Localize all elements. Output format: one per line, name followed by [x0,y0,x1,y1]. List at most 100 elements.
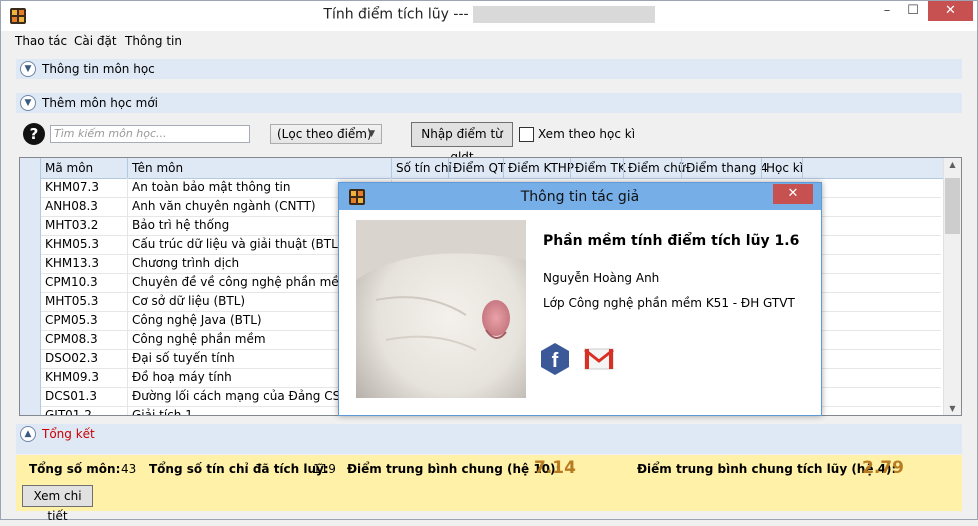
facebook-glyph: f [552,350,559,372]
cell-name: Đồ hoạ máy tính [132,370,232,384]
cell-code: MHT05.3 [45,294,99,308]
dialog-body: Phần mềm tính điểm tích lũy 1.6 Nguyễn H… [345,211,813,409]
maximize-button[interactable]: ☐ [900,3,926,23]
cell-code: CPM10.3 [45,275,98,289]
cell-code: GIT01.2 [45,408,92,416]
cell-code: DSO02.3 [45,351,99,365]
cell-name: Đại số tuyến tính [132,351,235,365]
row-header[interactable] [20,330,41,349]
section-add-subject-title: Thêm môn học mới [42,96,158,110]
row-header[interactable] [20,235,41,254]
cell-name: An toàn bảo mật thông tin [132,180,291,194]
scroll-down-icon[interactable]: ▼ [944,404,961,413]
avg4-value: 2.79 [862,458,904,478]
cell-name: Giải tích 1 [132,408,193,416]
row-header[interactable] [20,254,41,273]
cat-photo [356,220,526,398]
view-details-button[interactable]: Xem chi tiết [22,485,93,523]
total-subjects-label: Tổng số môn: [29,462,121,476]
column-header[interactable]: Số tín chỉ [396,161,452,175]
section-summary-title: Tổng kết [42,427,95,441]
cell-code: KHM13.3 [45,256,99,270]
menu-cai-dat[interactable]: Cài đặt [74,34,117,48]
row-header[interactable] [20,349,41,368]
search-input[interactable]: Tìm kiếm môn học... [50,125,250,143]
chevron-up-icon[interactable]: ▲ [20,426,36,442]
total-subjects-value: 43 [121,462,137,476]
filter-dropdown-value: (Lọc theo điểm) [277,127,372,141]
column-header[interactable]: Điểm TK [575,161,626,175]
section-subject-info[interactable]: ▼ Thông tin môn học [16,59,962,79]
main-window: Tính điểm tích lũy --- – ☐ ✕ Thao tác Cà… [0,0,978,523]
window-title: Tính điểm tích lũy --- [1,6,977,23]
semester-checkbox-label[interactable]: Xem theo học kì [538,127,635,141]
row-header[interactable] [20,368,41,387]
chevron-down-icon: ▼ [368,129,375,139]
header-corner [20,158,41,178]
semester-checkbox[interactable] [519,127,534,142]
scroll-thumb[interactable] [945,178,960,234]
avg4-label: Điểm trung bình chung tích lũy (hệ 4): [637,462,897,476]
cell-code: MHT03.2 [45,218,99,232]
cell-name: Công nghệ Java (BTL) [132,313,262,327]
filter-dropdown[interactable]: (Lọc theo điểm) ▼ [270,124,382,144]
column-header[interactable]: Điểm KTHP [508,161,574,175]
total-credits-value: 119 [313,462,336,476]
scroll-up-icon[interactable]: ▲ [944,160,961,169]
author-name: Nguyễn Hoàng Anh [543,271,660,285]
column-header[interactable]: Mã môn [45,161,93,175]
cell-code: CPM05.3 [45,313,98,327]
row-header[interactable] [20,311,41,330]
window-title-text: Tính điểm tích lũy --- [323,6,469,23]
import-button[interactable]: Nhập điểm từ qldt [411,122,513,164]
facebook-icon[interactable]: f [540,343,570,375]
menu-thong-tin[interactable]: Thông tin [125,34,182,48]
cell-code: KHM09.3 [45,370,99,384]
title-bar: Tính điểm tích lũy --- – ☐ ✕ [1,1,977,31]
cell-name: Bảo trì hệ thống [132,218,230,232]
menu-bar: Thao tác Cài đặt Thông tin [1,31,977,51]
section-subject-info-title: Thông tin môn học [42,62,155,76]
close-button[interactable]: ✕ [928,1,973,21]
author-class: Lớp Công nghệ phần mềm K51 - ĐH GTVT [543,296,795,310]
section-add-subject[interactable]: ▼ Thêm môn học mới [16,93,962,113]
cell-code: CPM08.3 [45,332,98,346]
help-icon[interactable]: ? [23,123,45,145]
dialog-close-button[interactable]: ✕ [773,184,813,204]
redacted-box [472,6,655,23]
menu-thao-tac[interactable]: Thao tác [15,34,67,48]
column-header[interactable]: Điểm QT [453,161,505,175]
row-header[interactable] [20,387,41,406]
cell-code: DCS01.3 [45,389,97,403]
column-header[interactable]: Điểm thang 4 [686,161,768,175]
row-header[interactable] [20,197,41,216]
app-version-heading: Phần mềm tính điểm tích lũy 1.6 [543,233,800,249]
total-credits-label: Tổng số tín chỉ đã tích luỹ: [149,462,329,476]
dialog-title-bar: Thông tin tác giả ✕ [339,183,821,210]
row-header[interactable] [20,273,41,292]
gmail-icon[interactable] [583,343,615,373]
column-header[interactable]: Điểm chữ [628,161,685,175]
avg10-value: 7.14 [534,458,576,478]
row-header[interactable] [20,178,41,197]
chevron-down-icon[interactable]: ▼ [20,61,36,77]
cell-code: ANH08.3 [45,199,98,213]
table-scrollbar[interactable]: ▲ ▼ [943,158,961,415]
cell-name: Anh văn chuyên ngành (CNTT) [132,199,316,213]
summary-panel: Tổng số môn: 43 Tổng số tín chỉ đã tích … [16,455,962,523]
cell-name: Đường lối cách mạng của Đảng CSVN [132,389,358,403]
cell-name: Cơ sở dữ liệu (BTL) [132,294,246,308]
about-dialog: Thông tin tác giả ✕ Phần mềm tính điểm t… [338,182,822,416]
column-header[interactable]: Tên môn [132,161,183,175]
row-header[interactable] [20,406,41,415]
dialog-title: Thông tin tác giả [520,189,640,205]
chevron-down-icon[interactable]: ▼ [20,95,36,111]
section-summary[interactable]: ▲ Tổng kết [16,424,962,454]
minimize-button[interactable]: – [874,3,900,23]
column-header[interactable]: Học kì [766,161,803,175]
row-header[interactable] [20,216,41,235]
table-header: Mã môn Tên môn Số tín chỉ Điểm QT Điểm K… [20,158,961,179]
cell-code: KHM05.3 [45,237,99,251]
row-header[interactable] [20,292,41,311]
cell-name: Công nghệ phần mềm [132,332,266,346]
